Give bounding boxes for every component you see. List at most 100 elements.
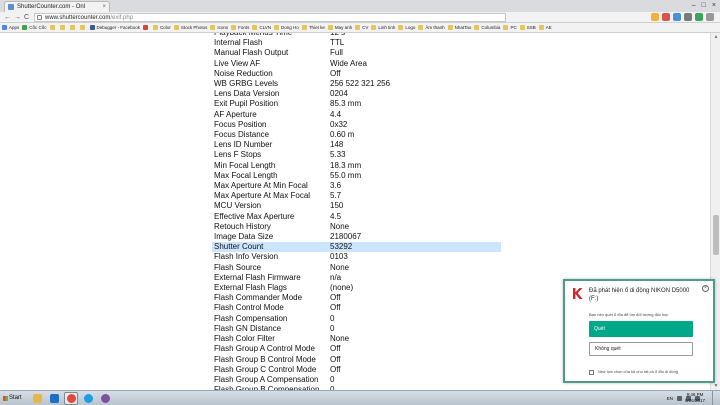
- exif-value: 18.3 mm: [330, 160, 362, 170]
- bookmark-item[interactable]: May anh: [327, 23, 353, 32]
- folder-icon: [210, 25, 216, 30]
- table-row: Effective Max Aperture 4.5: [212, 212, 501, 222]
- exif-value: 4.4: [330, 109, 342, 119]
- forward-icon[interactable]: →: [14, 12, 21, 23]
- exif-value: 4.5: [330, 211, 342, 221]
- bookmark-item[interactable]: Logo: [398, 23, 415, 32]
- start-button[interactable]: Start: [2, 393, 23, 404]
- extension-icon[interactable]: [684, 13, 692, 21]
- exif-value: 0: [330, 374, 335, 384]
- exif-value: Off: [330, 364, 341, 374]
- dont-scan-button[interactable]: Không quét: [589, 342, 693, 356]
- exif-key: Flash Source: [214, 262, 262, 272]
- url-path: /exif.php: [110, 15, 134, 21]
- bookmark-item[interactable]: [69, 25, 77, 30]
- bookmark-item[interactable]: CV: [355, 23, 368, 32]
- remember-choice-checkbox[interactable]: [589, 370, 594, 375]
- extension-icon[interactable]: [662, 13, 670, 21]
- minimize-icon[interactable]: –: [692, 0, 696, 12]
- exif-key: Lens F Stops: [214, 150, 262, 160]
- exif-value: Off: [330, 354, 341, 364]
- extension-icon[interactable]: [673, 13, 681, 21]
- taskbar-app-button[interactable]: [47, 392, 61, 405]
- exif-value: Off: [330, 344, 341, 354]
- kaspersky-logo-icon: [573, 288, 583, 299]
- page-info-icon[interactable]: [37, 15, 42, 20]
- scan-button[interactable]: Quét: [589, 321, 693, 337]
- address-bar[interactable]: www.shuttercounter.com/exif.php: [34, 13, 506, 22]
- bookmark-item[interactable]: [143, 25, 150, 30]
- bookmark-label: AE: [545, 25, 552, 30]
- bookmark-item[interactable]: CLVN: [252, 23, 271, 32]
- tab-close-icon[interactable]: ×: [102, 2, 106, 12]
- taskbar-app-button[interactable]: [30, 392, 44, 405]
- bookmark-label: Debugger - Facebook: [96, 25, 141, 30]
- menu-icon[interactable]: [706, 13, 714, 21]
- bookmark-star-icon[interactable]: [651, 13, 659, 21]
- bookmark-item[interactable]: Debugger - Facebook: [89, 23, 141, 32]
- show-desktop-button[interactable]: [712, 391, 720, 405]
- start-label: Start: [9, 395, 22, 401]
- bookmark-item[interactable]: Thiet ke: [301, 23, 325, 32]
- bookmark-label: Apps: [9, 25, 20, 30]
- scroll-up-icon[interactable]: ▲: [712, 33, 720, 41]
- bookmark-label: Dong Ho: [281, 25, 299, 30]
- bookmark-item[interactable]: Cốc Cốc: [22, 23, 47, 32]
- extension-icon[interactable]: [695, 13, 703, 21]
- bookmark-item[interactable]: NhatTao: [447, 23, 471, 32]
- bookmark-item[interactable]: Color: [153, 23, 171, 32]
- bookmark-item[interactable]: [49, 25, 57, 30]
- table-row: Flash Commander Mode Off: [212, 293, 501, 303]
- bookmark-item[interactable]: AE: [538, 23, 552, 32]
- bookmark-label: Icons: [217, 25, 229, 30]
- bookmark-item[interactable]: [59, 25, 67, 30]
- taskbar-app-button[interactable]: [98, 392, 112, 405]
- exif-key: Flash Group C Control Mode: [214, 364, 317, 374]
- folder-icon: [173, 25, 179, 30]
- bookmark-label: May anh: [334, 25, 353, 30]
- maximize-icon[interactable]: □: [702, 0, 706, 12]
- bookmark-item[interactable]: Columbia: [474, 23, 500, 32]
- exif-key: MCU Version: [214, 201, 262, 211]
- clock[interactable]: 9:46 PM 9/26/2017: [682, 392, 708, 404]
- exif-key: Max Aperture At Max Focal: [214, 191, 311, 201]
- bookmark-item[interactable]: Icons: [210, 23, 228, 32]
- back-icon[interactable]: ←: [4, 12, 11, 23]
- bookmark-item[interactable]: SSB: [519, 23, 536, 32]
- table-row: Max Aperture At Min Focal 3.6: [212, 181, 501, 191]
- exif-key: Flash Info Version: [214, 252, 279, 262]
- close-icon[interactable]: ×: [702, 285, 709, 292]
- exif-key: Max Aperture At Min Focal: [214, 181, 308, 191]
- bookmark-item[interactable]: [79, 25, 87, 30]
- bookmark-item[interactable]: Dong Ho: [274, 23, 299, 32]
- language-indicator[interactable]: EN: [667, 396, 673, 401]
- bookmark-item[interactable]: Âm thanh: [418, 23, 445, 32]
- bookmark-item[interactable]: Linh tinh: [371, 23, 395, 32]
- exif-value: 85.3 mm: [330, 99, 362, 109]
- exif-value: 0: [330, 313, 335, 323]
- bookmark-item[interactable]: Apps: [2, 23, 19, 32]
- taskbar-app-button[interactable]: [81, 392, 95, 405]
- tab-shuttercounter[interactable]: ShutterCounter.com - Onl ×: [4, 1, 110, 12]
- scroll-down-icon[interactable]: ▼: [712, 382, 720, 390]
- exif-key: Shutter Count: [212, 242, 328, 253]
- exif-key: Flash Control Mode: [214, 303, 284, 313]
- scroll-thumb[interactable]: [713, 215, 719, 255]
- table-row: Flash Color Filter None: [212, 334, 501, 344]
- bookmark-item[interactable]: PC: [503, 23, 517, 32]
- exif-key: Flash Color Filter: [214, 334, 275, 344]
- exif-value: 0204: [330, 89, 348, 99]
- exif-key: Lens ID Number: [214, 140, 273, 150]
- folder-icon: [538, 25, 544, 30]
- folder-icon: [355, 25, 361, 30]
- bookmark-item[interactable]: Fonts: [231, 23, 249, 32]
- exif-value: (none): [330, 283, 354, 293]
- reload-icon[interactable]: C: [24, 12, 29, 23]
- taskbar-app-button[interactable]: [64, 392, 78, 405]
- table-row: Live View AF Wide Area: [212, 59, 501, 69]
- folder-icon: [371, 25, 377, 30]
- folder-icon: [69, 25, 75, 30]
- exif-key: Flash Compensation: [214, 313, 288, 323]
- close-window-icon[interactable]: ×: [712, 0, 716, 12]
- bookmark-item[interactable]: Stock Photos: [173, 23, 207, 32]
